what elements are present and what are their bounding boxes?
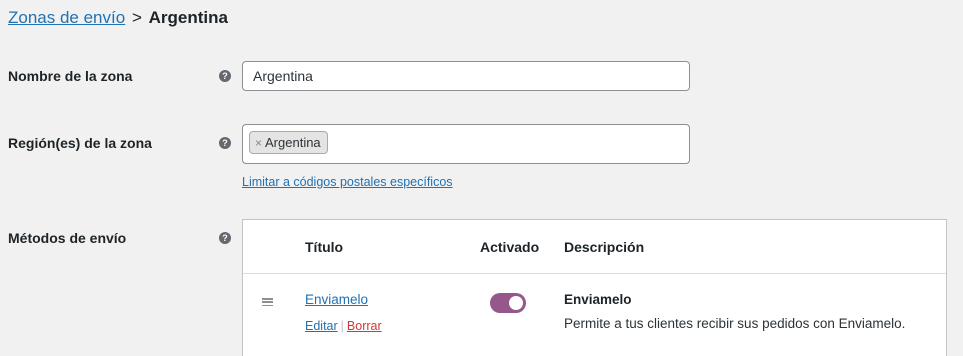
breadcrumb-shipping-zones-link[interactable]: Zonas de envío	[8, 8, 125, 27]
column-header-description: Descripción	[564, 239, 645, 255]
breadcrumb: Zonas de envío > Argentina	[8, 8, 228, 28]
shipping-zone-page: Zonas de envío > Argentina Nombre de la …	[0, 0, 963, 356]
toggle-knob	[509, 296, 523, 310]
region-token-label: Argentina	[265, 135, 321, 150]
zone-name-input[interactable]	[242, 61, 690, 91]
zone-regions-help-icon[interactable]: ?	[219, 137, 231, 149]
action-divider: |	[340, 319, 344, 333]
shipping-methods-label: Métodos de envío	[8, 230, 127, 246]
remove-token-icon[interactable]: ×	[255, 136, 262, 150]
shipping-methods-help-icon[interactable]: ?	[219, 232, 231, 244]
column-header-title: Título	[305, 239, 344, 255]
zone-regions-label: Región(es) de la zona	[8, 135, 152, 151]
zone-name-help-icon[interactable]: ?	[219, 70, 231, 82]
edit-method-link[interactable]: Editar	[305, 319, 338, 333]
column-header-enabled: Activado	[480, 239, 540, 255]
breadcrumb-current: Argentina	[148, 8, 228, 27]
method-description-text: Permite a tus clientes recibir sus pedid…	[564, 316, 906, 331]
delete-method-link[interactable]: Borrar	[347, 319, 382, 333]
breadcrumb-separator: >	[131, 8, 142, 27]
zone-regions-select[interactable]: × Argentina	[242, 124, 690, 164]
drag-handle-icon[interactable]	[262, 298, 273, 306]
shipping-methods-table: Título Activado Descripción Enviamelo Ed…	[242, 219, 947, 356]
method-enabled-toggle[interactable]	[490, 293, 526, 313]
zone-name-label: Nombre de la zona	[8, 68, 133, 84]
region-token-argentina: × Argentina	[249, 131, 328, 154]
table-header-divider	[243, 273, 946, 274]
limit-postcodes-link[interactable]: Limitar a códigos postales específicos	[242, 175, 453, 189]
method-row-actions: Editar | Borrar	[305, 319, 382, 333]
method-title-link[interactable]: Enviamelo	[305, 292, 368, 307]
method-description-title: Enviamelo	[564, 292, 632, 307]
